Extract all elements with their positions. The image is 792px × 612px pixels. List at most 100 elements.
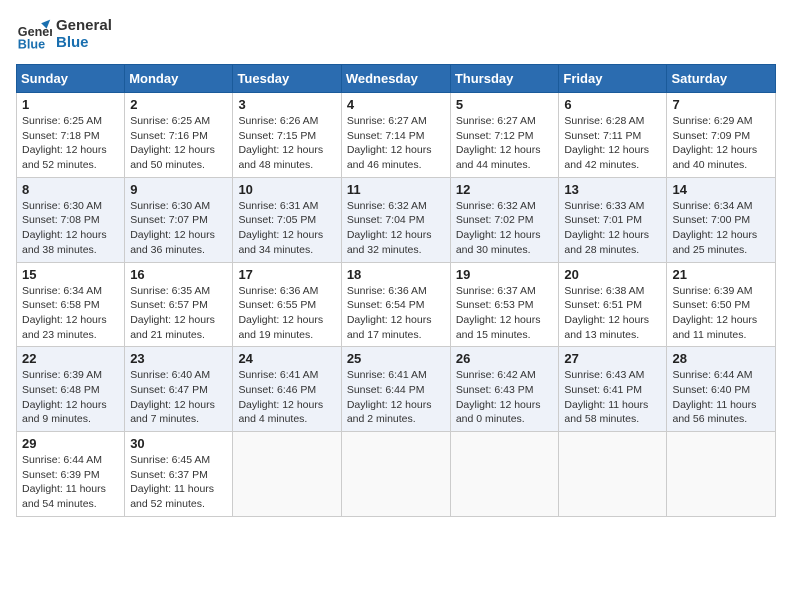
day-number: 2 bbox=[130, 97, 227, 112]
day-number: 9 bbox=[130, 182, 227, 197]
day-info: Sunrise: 6:27 AM Sunset: 7:14 PM Dayligh… bbox=[347, 114, 445, 173]
day-cell: 30 Sunrise: 6:45 AM Sunset: 6:37 PM Dayli… bbox=[125, 432, 233, 517]
day-cell: 5 Sunrise: 6:27 AM Sunset: 7:12 PM Daylig… bbox=[450, 93, 559, 178]
day-info: Sunrise: 6:29 AM Sunset: 7:09 PM Dayligh… bbox=[672, 114, 770, 173]
day-number: 1 bbox=[22, 97, 119, 112]
day-cell: 10 Sunrise: 6:31 AM Sunset: 7:05 PM Dayli… bbox=[233, 177, 341, 262]
day-number: 16 bbox=[130, 267, 227, 282]
day-info: Sunrise: 6:27 AM Sunset: 7:12 PM Dayligh… bbox=[456, 114, 554, 173]
day-cell: 13 Sunrise: 6:33 AM Sunset: 7:01 PM Dayli… bbox=[559, 177, 667, 262]
day-number: 18 bbox=[347, 267, 445, 282]
day-number: 3 bbox=[238, 97, 335, 112]
day-number: 17 bbox=[238, 267, 335, 282]
day-cell: 28Sunrise: 6:44 AM Sunset: 6:40 PM Dayli… bbox=[667, 347, 776, 432]
day-cell: 11Sunrise: 6:32 AM Sunset: 7:04 PM Dayli… bbox=[341, 177, 450, 262]
week-row-5: 29Sunrise: 6:44 AM Sunset: 6:39 PM Dayli… bbox=[17, 432, 776, 517]
day-cell: 12 Sunrise: 6:32 AM Sunset: 7:02 PM Dayli… bbox=[450, 177, 559, 262]
col-header-sunday: Sunday bbox=[17, 65, 125, 93]
day-info: Sunrise: 6:37 AM Sunset: 6:53 PM Dayligh… bbox=[456, 284, 554, 343]
calendar-table: SundayMondayTuesdayWednesdayThursdayFrid… bbox=[16, 64, 776, 517]
day-info: Sunrise: 6:32 AM Sunset: 7:04 PM Dayligh… bbox=[347, 199, 445, 258]
day-number: 10 bbox=[238, 182, 335, 197]
day-info: Sunrise: 6:28 AM Sunset: 7:11 PM Dayligh… bbox=[564, 114, 661, 173]
day-number: 27 bbox=[564, 351, 661, 366]
day-number: 14 bbox=[672, 182, 770, 197]
col-header-monday: Monday bbox=[125, 65, 233, 93]
day-cell bbox=[233, 432, 341, 517]
page-header: General Blue General Blue bbox=[16, 16, 776, 52]
day-number: 13 bbox=[564, 182, 661, 197]
day-info: Sunrise: 6:25 AM Sunset: 7:16 PM Dayligh… bbox=[130, 114, 227, 173]
day-number: 19 bbox=[456, 267, 554, 282]
day-cell: 23Sunrise: 6:40 AM Sunset: 6:47 PM Dayli… bbox=[125, 347, 233, 432]
day-cell bbox=[559, 432, 667, 517]
day-cell: 27 Sunrise: 6:43 AM Sunset: 6:41 PM Dayli… bbox=[559, 347, 667, 432]
day-cell: 16 Sunrise: 6:35 AM Sunset: 6:57 PM Dayli… bbox=[125, 262, 233, 347]
calendar-header-row: SundayMondayTuesdayWednesdayThursdayFrid… bbox=[17, 65, 776, 93]
day-info: Sunrise: 6:42 AM Sunset: 6:43 PM Dayligh… bbox=[456, 368, 554, 427]
day-info: Sunrise: 6:40 AM Sunset: 6:47 PM Dayligh… bbox=[130, 368, 227, 427]
logo-icon: General Blue bbox=[16, 16, 52, 52]
day-info: Sunrise: 6:30 AM Sunset: 7:07 PM Dayligh… bbox=[130, 199, 227, 258]
day-info: Sunrise: 6:34 AM Sunset: 6:58 PM Dayligh… bbox=[22, 284, 119, 343]
day-cell: 7Sunrise: 6:29 AM Sunset: 7:09 PM Daylig… bbox=[667, 93, 776, 178]
day-info: Sunrise: 6:33 AM Sunset: 7:01 PM Dayligh… bbox=[564, 199, 661, 258]
day-info: Sunrise: 6:39 AM Sunset: 6:50 PM Dayligh… bbox=[672, 284, 770, 343]
day-number: 21 bbox=[672, 267, 770, 282]
col-header-saturday: Saturday bbox=[667, 65, 776, 93]
day-cell: 2 Sunrise: 6:25 AM Sunset: 7:16 PM Daylig… bbox=[125, 93, 233, 178]
week-row-4: 22 Sunrise: 6:39 AM Sunset: 6:48 PM Dayli… bbox=[17, 347, 776, 432]
day-cell: 3Sunrise: 6:26 AM Sunset: 7:15 PM Daylig… bbox=[233, 93, 341, 178]
day-info: Sunrise: 6:36 AM Sunset: 6:54 PM Dayligh… bbox=[347, 284, 445, 343]
day-cell: 20 Sunrise: 6:38 AM Sunset: 6:51 PM Dayli… bbox=[559, 262, 667, 347]
day-info: Sunrise: 6:41 AM Sunset: 6:44 PM Dayligh… bbox=[347, 368, 445, 427]
logo: General Blue General Blue bbox=[16, 16, 112, 52]
logo-blue: Blue bbox=[56, 34, 112, 51]
day-number: 25 bbox=[347, 351, 445, 366]
week-row-2: 8Sunrise: 6:30 AM Sunset: 7:08 PM Daylig… bbox=[17, 177, 776, 262]
day-cell: 18 Sunrise: 6:36 AM Sunset: 6:54 PM Dayli… bbox=[341, 262, 450, 347]
day-number: 5 bbox=[456, 97, 554, 112]
day-number: 12 bbox=[456, 182, 554, 197]
day-number: 30 bbox=[130, 436, 227, 451]
day-cell: 26 Sunrise: 6:42 AM Sunset: 6:43 PM Dayli… bbox=[450, 347, 559, 432]
day-number: 20 bbox=[564, 267, 661, 282]
col-header-friday: Friday bbox=[559, 65, 667, 93]
day-info: Sunrise: 6:34 AM Sunset: 7:00 PM Dayligh… bbox=[672, 199, 770, 258]
day-info: Sunrise: 6:38 AM Sunset: 6:51 PM Dayligh… bbox=[564, 284, 661, 343]
day-info: Sunrise: 6:45 AM Sunset: 6:37 PM Dayligh… bbox=[130, 453, 227, 512]
day-info: Sunrise: 6:30 AM Sunset: 7:08 PM Dayligh… bbox=[22, 199, 119, 258]
col-header-wednesday: Wednesday bbox=[341, 65, 450, 93]
day-number: 26 bbox=[456, 351, 554, 366]
day-cell: 9 Sunrise: 6:30 AM Sunset: 7:07 PM Daylig… bbox=[125, 177, 233, 262]
day-info: Sunrise: 6:35 AM Sunset: 6:57 PM Dayligh… bbox=[130, 284, 227, 343]
day-info: Sunrise: 6:25 AM Sunset: 7:18 PM Dayligh… bbox=[22, 114, 119, 173]
col-header-tuesday: Tuesday bbox=[233, 65, 341, 93]
day-cell: 22 Sunrise: 6:39 AM Sunset: 6:48 PM Dayli… bbox=[17, 347, 125, 432]
day-number: 6 bbox=[564, 97, 661, 112]
day-info: Sunrise: 6:31 AM Sunset: 7:05 PM Dayligh… bbox=[238, 199, 335, 258]
day-cell: 25 Sunrise: 6:41 AM Sunset: 6:44 PM Dayli… bbox=[341, 347, 450, 432]
day-cell bbox=[341, 432, 450, 517]
week-row-3: 15Sunrise: 6:34 AM Sunset: 6:58 PM Dayli… bbox=[17, 262, 776, 347]
day-cell: 24 Sunrise: 6:41 AM Sunset: 6:46 PM Dayli… bbox=[233, 347, 341, 432]
day-info: Sunrise: 6:41 AM Sunset: 6:46 PM Dayligh… bbox=[238, 368, 335, 427]
day-cell: 15Sunrise: 6:34 AM Sunset: 6:58 PM Dayli… bbox=[17, 262, 125, 347]
svg-text:Blue: Blue bbox=[18, 37, 45, 51]
day-number: 29 bbox=[22, 436, 119, 451]
day-info: Sunrise: 6:36 AM Sunset: 6:55 PM Dayligh… bbox=[238, 284, 335, 343]
day-number: 4 bbox=[347, 97, 445, 112]
day-cell bbox=[667, 432, 776, 517]
day-number: 22 bbox=[22, 351, 119, 366]
day-cell: 4 Sunrise: 6:27 AM Sunset: 7:14 PM Daylig… bbox=[341, 93, 450, 178]
day-cell: 14 Sunrise: 6:34 AM Sunset: 7:00 PM Dayli… bbox=[667, 177, 776, 262]
day-info: Sunrise: 6:44 AM Sunset: 6:40 PM Dayligh… bbox=[672, 368, 770, 427]
day-cell: 17 Sunrise: 6:36 AM Sunset: 6:55 PM Dayli… bbox=[233, 262, 341, 347]
day-info: Sunrise: 6:43 AM Sunset: 6:41 PM Dayligh… bbox=[564, 368, 661, 427]
day-cell: 8Sunrise: 6:30 AM Sunset: 7:08 PM Daylig… bbox=[17, 177, 125, 262]
day-number: 24 bbox=[238, 351, 335, 366]
day-info: Sunrise: 6:32 AM Sunset: 7:02 PM Dayligh… bbox=[456, 199, 554, 258]
day-cell bbox=[450, 432, 559, 517]
day-info: Sunrise: 6:39 AM Sunset: 6:48 PM Dayligh… bbox=[22, 368, 119, 427]
logo-general: General bbox=[56, 17, 112, 34]
